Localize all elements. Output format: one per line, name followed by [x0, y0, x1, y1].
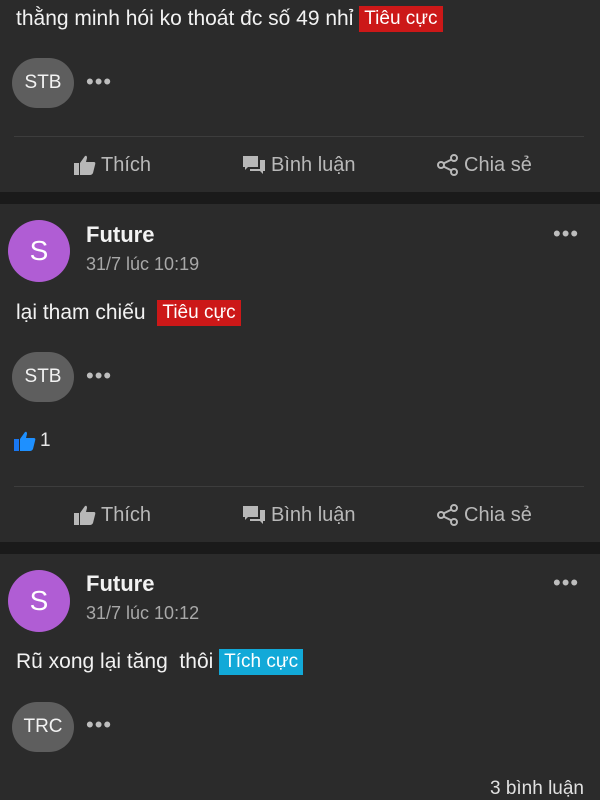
- post-card: S Future 31/7 lúc 10:19 ••• lại tham chi…: [0, 204, 600, 542]
- divider: [14, 136, 584, 137]
- more-dots-icon[interactable]: •••: [86, 365, 112, 387]
- like-label: Thích: [101, 153, 152, 176]
- share-icon: [437, 504, 458, 526]
- more-dots-icon[interactable]: •••: [86, 71, 112, 93]
- post-card: thằng minh hói ko thoát đc số 49 nhỉ Tiê…: [0, 0, 600, 192]
- post-card: S Future 31/7 lúc 10:12 ••• Rũ xong lại …: [0, 554, 600, 800]
- stock-ticker-chip[interactable]: STB: [12, 352, 74, 402]
- comment-label: Bình luận: [271, 153, 356, 176]
- comment-button[interactable]: Bình luận: [242, 150, 356, 180]
- comment-icon: [243, 506, 265, 524]
- post-content: Rũ xong lại tăng thôi Tích cực: [16, 649, 304, 675]
- post-time: 31/7 lúc 10:12: [86, 603, 200, 623]
- sentiment-tag-positive[interactable]: Tích cực: [219, 649, 304, 675]
- post-separator: [0, 542, 600, 554]
- share-button[interactable]: Chia sẻ: [437, 500, 532, 530]
- comment-count[interactable]: 3 bình luận: [490, 778, 584, 800]
- sentiment-tag-negative[interactable]: Tiêu cực: [157, 300, 241, 326]
- thumbs-up-icon: [74, 505, 96, 525]
- avatar[interactable]: S: [8, 570, 70, 632]
- like-button[interactable]: Thích: [74, 150, 151, 180]
- share-label: Chia sẻ: [464, 503, 532, 526]
- comment-icon: [243, 156, 265, 174]
- author-name[interactable]: Future: [86, 222, 154, 248]
- post-text: thằng minh hói ko thoát đc số 49 nhỉ: [16, 7, 354, 30]
- divider: [14, 486, 584, 487]
- post-menu-dots-icon[interactable]: •••: [553, 223, 579, 245]
- comment-button[interactable]: Bình luận: [242, 500, 356, 530]
- more-dots-icon[interactable]: •••: [86, 714, 112, 736]
- post-time: 31/7 lúc 10:19: [86, 254, 200, 274]
- like-count-value: 1: [40, 430, 51, 451]
- like-button[interactable]: Thích: [74, 500, 151, 530]
- comment-label: Bình luận: [271, 503, 356, 526]
- post-content: thằng minh hói ko thoát đc số 49 nhỉ Tiê…: [16, 6, 443, 32]
- post-text: lại tham chiếu: [16, 301, 146, 324]
- like-label: Thích: [101, 503, 152, 526]
- like-count[interactable]: 1: [14, 430, 51, 452]
- share-icon: [437, 154, 458, 176]
- post-menu-dots-icon[interactable]: •••: [553, 572, 579, 594]
- thumbs-up-icon: [14, 431, 36, 451]
- share-label: Chia sẻ: [464, 153, 532, 176]
- post-text: Rũ xong lại tăng thôi: [16, 650, 214, 673]
- avatar[interactable]: S: [8, 220, 70, 282]
- share-button[interactable]: Chia sẻ: [437, 150, 532, 180]
- sentiment-tag-negative[interactable]: Tiêu cực: [359, 6, 443, 32]
- post-separator: [0, 192, 600, 204]
- thumbs-up-icon: [74, 155, 96, 175]
- author-name[interactable]: Future: [86, 571, 154, 597]
- stock-ticker-chip[interactable]: TRC: [12, 702, 74, 752]
- stock-ticker-chip[interactable]: STB: [12, 58, 74, 108]
- post-content: lại tham chiếu Tiêu cực: [16, 300, 241, 326]
